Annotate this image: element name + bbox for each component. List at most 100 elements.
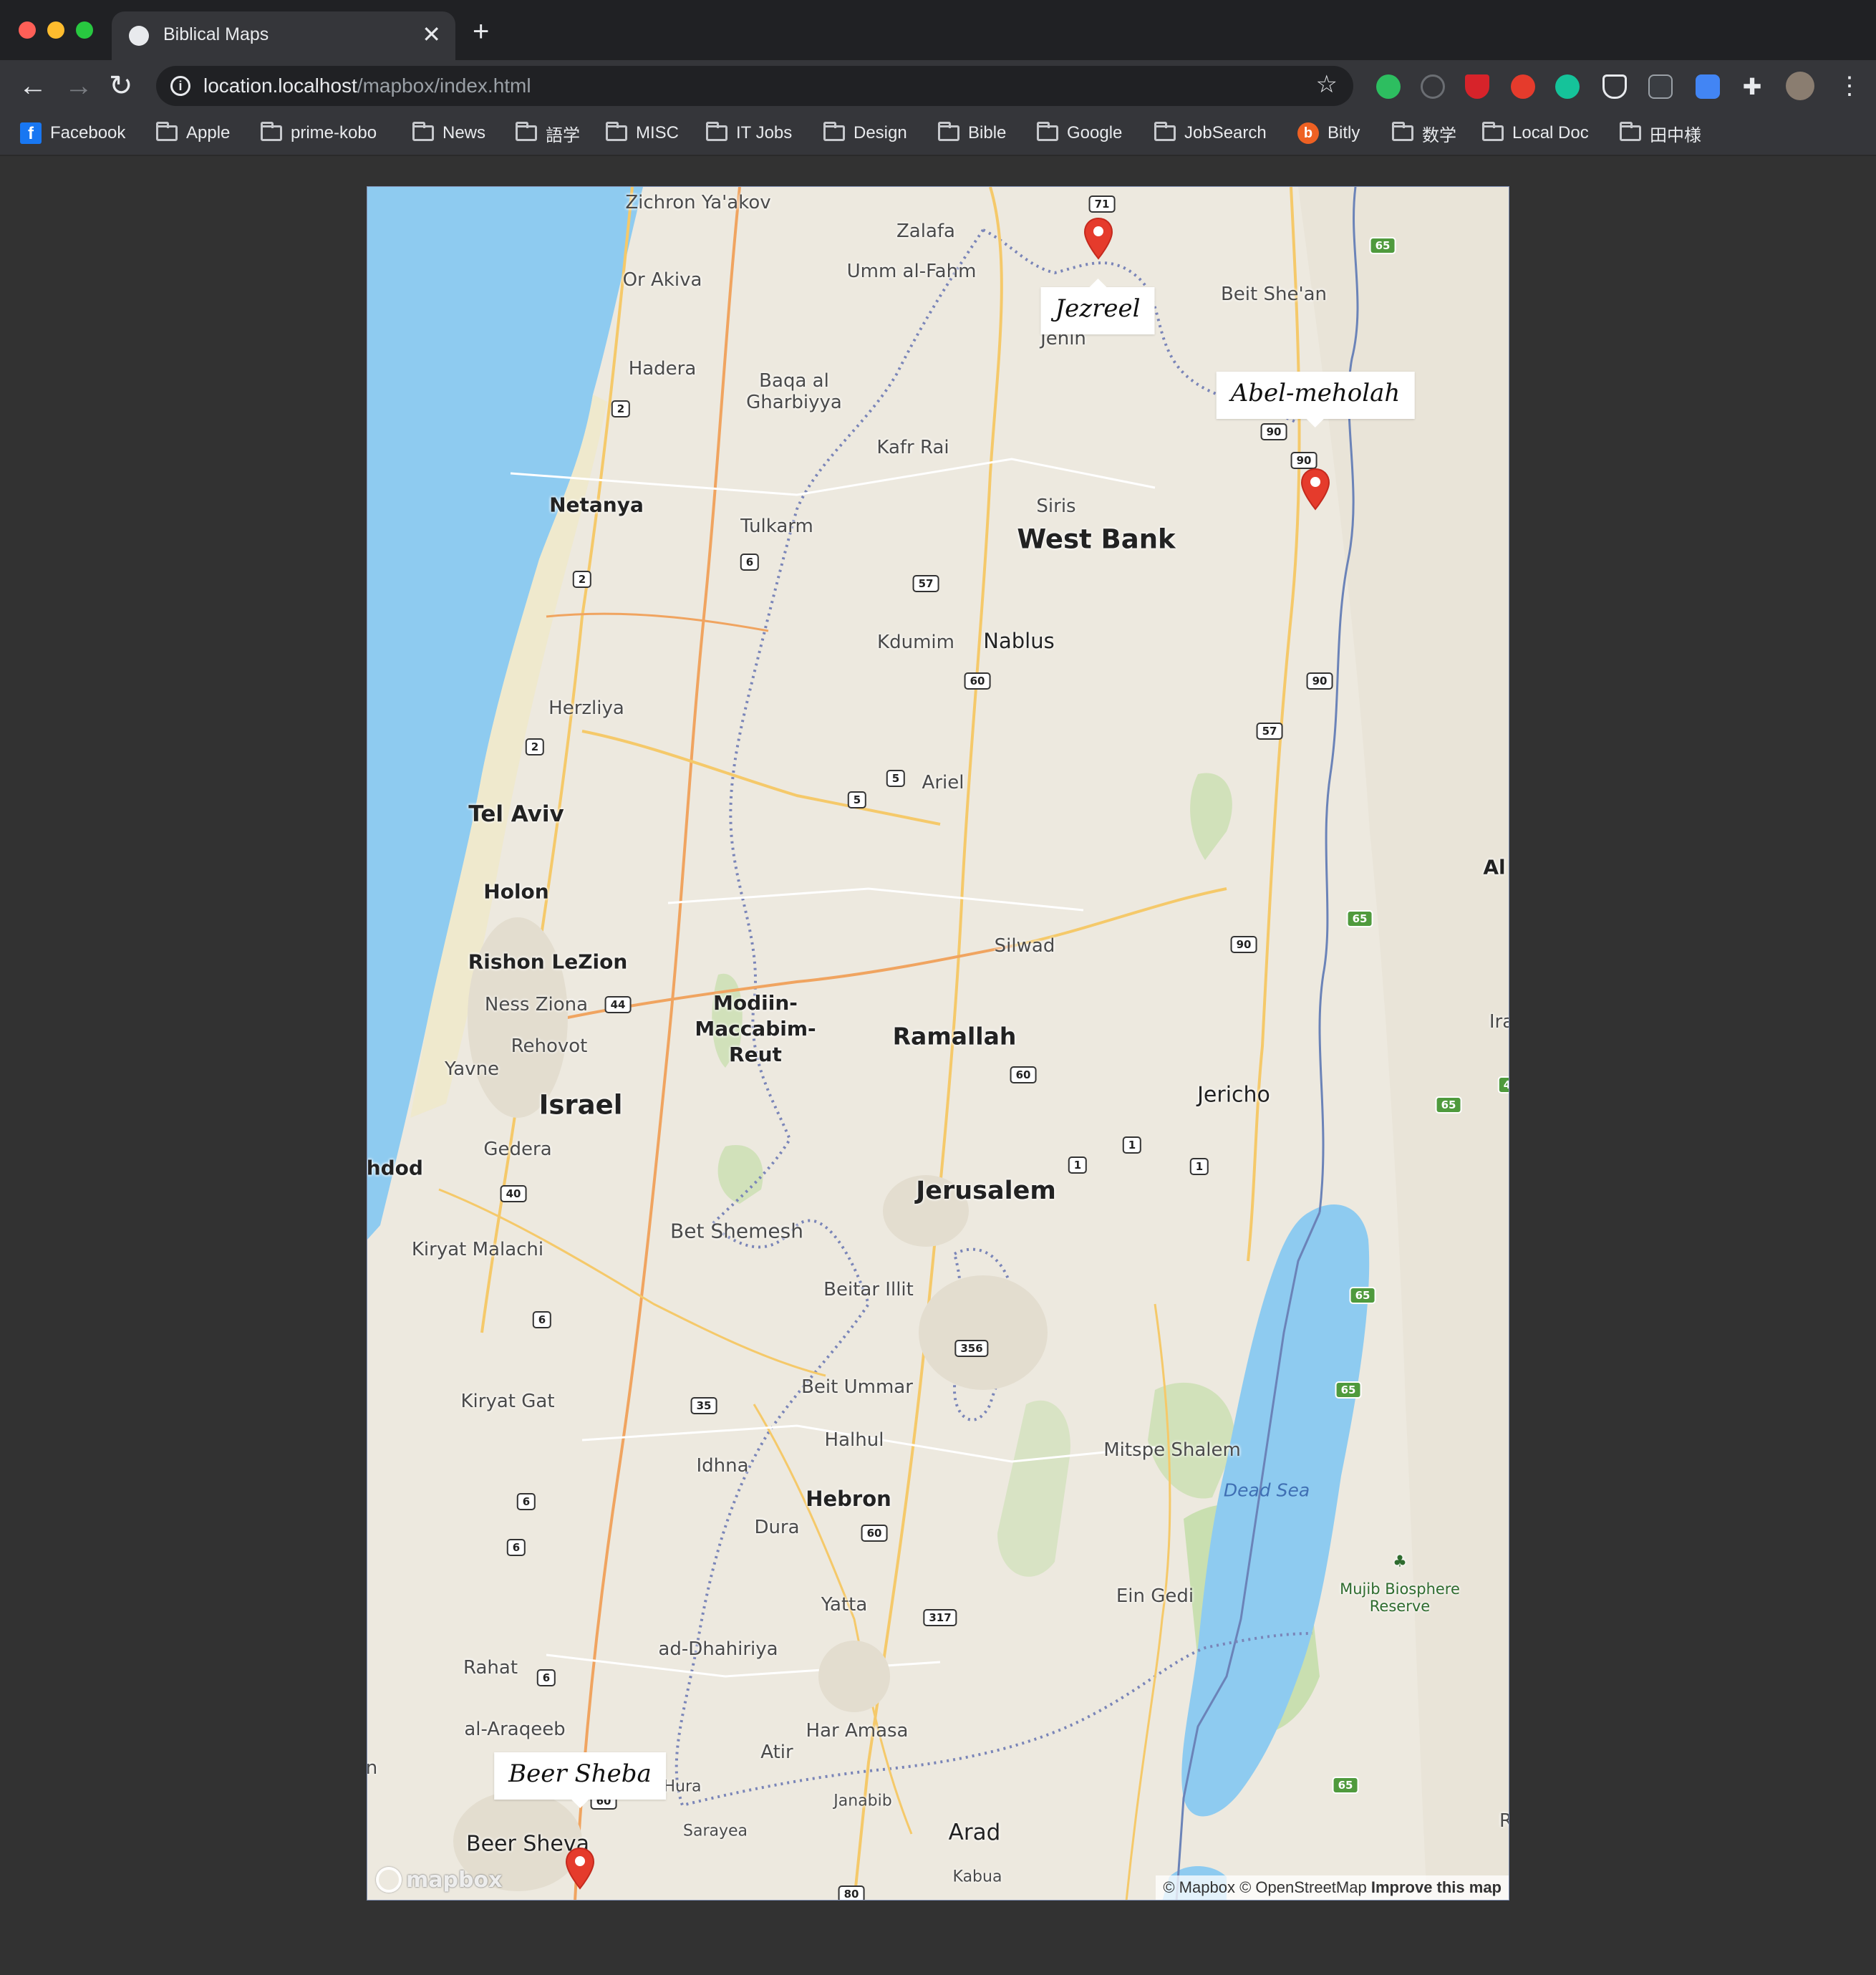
road-shield: 6 <box>506 1539 526 1556</box>
close-window-button[interactable] <box>19 21 36 39</box>
bookmark-jobsearch[interactable]: JobSearch <box>1154 120 1267 146</box>
tree-icon: ♣ <box>1393 1553 1407 1571</box>
folder-icon <box>1482 122 1504 141</box>
park-area <box>717 1145 763 1204</box>
bookmark-label: prime-kobo <box>291 123 377 143</box>
road-shield: 6 <box>740 554 760 571</box>
bookmark-local-doc[interactable]: Local Doc <box>1482 120 1589 146</box>
bookmark-apple[interactable]: Apple <box>156 120 230 146</box>
road-shield: 57 <box>1256 723 1283 740</box>
bookmark-label: 数学 <box>1422 125 1456 145</box>
place-label: Or Akiva <box>622 269 702 291</box>
road-shield: 44 <box>604 996 632 1013</box>
water-label-dead-sea: Dead Sea <box>1223 1479 1310 1501</box>
place-label: Beit Ummar <box>801 1376 913 1398</box>
urban-area-hebron <box>818 1641 890 1712</box>
road-shield: 6 <box>516 1493 536 1510</box>
place-label: R <box>1499 1810 1509 1832</box>
disabled-extension-icon[interactable] <box>1421 74 1445 99</box>
facebook-icon: f <box>20 122 42 144</box>
folder-icon <box>823 122 845 141</box>
bookmark-label: 語学 <box>546 125 580 145</box>
jordan-highlands <box>1298 187 1509 1900</box>
road-shield: 90 <box>1290 452 1317 469</box>
bookmark-bitly[interactable]: b Bitly <box>1297 120 1360 146</box>
translate-extension-icon[interactable] <box>1696 74 1720 99</box>
road-shield: 317 <box>923 1609 957 1626</box>
tab-close-button[interactable]: ✕ <box>422 20 441 49</box>
folder-icon <box>1620 122 1641 141</box>
road-shield: 4 <box>1497 1076 1509 1093</box>
minimize-window-button[interactable] <box>47 21 64 39</box>
attribution-osm-link[interactable]: © OpenStreetMap <box>1239 1878 1367 1896</box>
place-label: Hadera <box>628 358 697 380</box>
bookmark-bible[interactable]: Bible <box>938 120 1006 146</box>
bookmark-misc[interactable]: MISC <box>606 120 679 146</box>
mapbox-logo[interactable]: mapbox <box>376 1867 502 1893</box>
screenshot-extension-icon[interactable] <box>1648 74 1673 99</box>
place-label: Ramallah <box>892 1022 1017 1051</box>
bookmark-math[interactable]: 数学 <box>1392 120 1456 146</box>
bookmark-label: Google <box>1067 123 1123 143</box>
pocket-extension-icon[interactable] <box>1602 74 1627 99</box>
stop-hand-extension-icon[interactable] <box>1511 74 1535 99</box>
place-label: Jericho <box>1197 1082 1270 1108</box>
place-label: Ariel <box>922 772 964 793</box>
url-host: location.localhost <box>203 74 357 97</box>
place-label: Baqa al Gharbiyya <box>746 370 842 413</box>
improve-map-link[interactable]: Improve this map <box>1371 1878 1502 1896</box>
maximize-window-button[interactable] <box>76 21 93 39</box>
place-label: Yatta <box>821 1594 868 1616</box>
globe-icon <box>129 26 149 46</box>
attribution-mapbox-link[interactable]: © Mapbox <box>1163 1878 1235 1896</box>
marker-popup-abel-meholah: Abel-meholah <box>1216 372 1415 428</box>
reload-button[interactable]: ↻ <box>109 67 133 105</box>
new-tab-button[interactable]: + <box>473 17 489 46</box>
back-button[interactable]: ← <box>19 67 47 105</box>
site-info-icon[interactable]: i <box>170 76 190 96</box>
region-label-israel: Israel <box>538 1089 623 1121</box>
tab-biblical-maps[interactable]: Biblical Maps ✕ <box>112 11 455 60</box>
bookmark-design[interactable]: Design <box>823 120 907 146</box>
map-canvas[interactable]: West Bank Israel Dead Sea Mujib Biospher… <box>367 186 1509 1901</box>
place-label: Idhna <box>696 1455 749 1477</box>
location-pin-icon[interactable] <box>564 1847 596 1890</box>
bookmark-label: Apple <box>186 123 231 143</box>
profile-avatar[interactable] <box>1786 72 1814 100</box>
place-label: Tulkarm <box>740 516 813 537</box>
bookmark-it-jobs[interactable]: IT Jobs <box>706 120 792 146</box>
forward-button[interactable]: → <box>64 67 93 105</box>
url-text[interactable]: location.localhost/mapbox/index.html <box>203 74 531 97</box>
location-pin-icon[interactable] <box>1300 468 1331 511</box>
place-label: Nablus <box>983 629 1055 653</box>
address-bar[interactable]: i location.localhost/mapbox/index.html ☆ <box>156 66 1353 106</box>
bookmark-prime-kobo[interactable]: prime-kobo <box>261 120 377 146</box>
marker-popup-beer-sheba: Beer Sheba <box>494 1752 666 1808</box>
place-label: Herzliya <box>548 697 624 719</box>
road-shield: 6 <box>532 1311 552 1328</box>
road-shield: 60 <box>964 672 991 690</box>
shield-extension-icon[interactable] <box>1465 74 1489 99</box>
extensions-puzzle-icon[interactable]: ✚ <box>1740 74 1764 99</box>
road-shield: 60 <box>1010 1066 1037 1083</box>
road-shield: 1 <box>1068 1156 1088 1174</box>
road-shield: 35 <box>690 1397 717 1414</box>
grammarly-extension-icon[interactable] <box>1555 74 1580 99</box>
bookmark-languages[interactable]: 語学 <box>516 120 580 146</box>
bookmark-tanaka[interactable]: 田中様 <box>1620 120 1701 146</box>
bookmark-news[interactable]: News <box>412 120 485 146</box>
bookmark-star-icon[interactable]: ☆ <box>1316 70 1338 99</box>
bookmark-label: Bitly <box>1328 123 1360 143</box>
urban-area-jerusalem <box>919 1275 1048 1390</box>
place-label: Zalafa <box>896 221 955 242</box>
location-pin-icon[interactable] <box>1083 217 1114 260</box>
bookmark-facebook[interactable]: f Facebook <box>20 120 125 146</box>
road-shield: 2 <box>572 571 592 588</box>
browser-menu-button[interactable]: ⋮ <box>1837 67 1862 105</box>
evernote-extension-icon[interactable] <box>1376 74 1401 99</box>
browser-titlebar: Biblical Maps ✕ + <box>0 0 1876 60</box>
place-label: Dura <box>754 1517 800 1538</box>
folder-icon <box>516 122 537 141</box>
road-shield: 5 <box>886 770 906 787</box>
bookmark-google[interactable]: Google <box>1037 120 1122 146</box>
